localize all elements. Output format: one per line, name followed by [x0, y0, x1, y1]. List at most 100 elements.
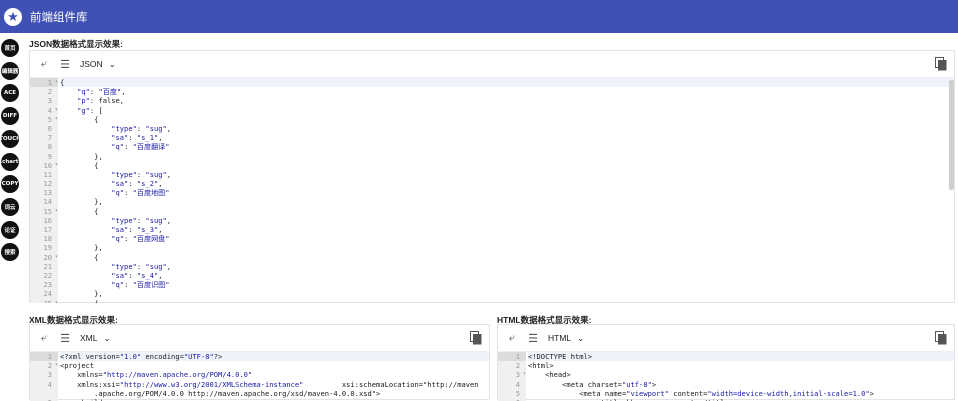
- html-mode-label: HTML: [548, 333, 572, 343]
- sidebar-item[interactable]: ACE: [1, 84, 19, 103]
- json-toolbar: ⤶ ☰ JSON ⌄: [30, 51, 954, 78]
- json-editor[interactable]: ⤶ ☰ JSON⌄ 123456789101112131415161718192…: [29, 50, 955, 303]
- line-number: 11: [43, 169, 52, 179]
- chevron-down-icon: ⌄: [577, 332, 585, 343]
- line-number: 5: [515, 388, 520, 398]
- code-line: {: [60, 206, 99, 216]
- code-line: {: [60, 114, 99, 124]
- json-lines: { "q": "百度", "p": false, "g": [ { "type"…: [60, 78, 954, 303]
- code-line: "q": "百度地图": [111, 188, 170, 198]
- line-number: 4: [30, 106, 58, 115]
- line-number: 3: [47, 370, 52, 380]
- format-icon[interactable]: ☰: [58, 57, 72, 71]
- code-line: "q": "百度识图": [111, 280, 170, 290]
- wrap-icon[interactable]: ⤶: [505, 331, 519, 345]
- copy-icon[interactable]: [470, 331, 482, 345]
- line-number: 18: [43, 234, 52, 244]
- sidebar-item[interactable]: Echarts: [1, 152, 19, 171]
- line-number: 21: [43, 261, 52, 271]
- line-number: 8: [47, 142, 52, 152]
- xml-mode-select[interactable]: XML ⌄: [80, 333, 111, 344]
- html-mode-select[interactable]: HTML ⌄: [548, 333, 584, 344]
- app-title: 前端组件库: [30, 11, 88, 24]
- html-editor[interactable]: ⤶ ☰ HTML ⌄ 123456 <!DOCTYPE html><html> <…: [497, 324, 955, 401]
- app-header: ★ 前端组件库: [0, 0, 958, 33]
- line-number: 10: [30, 161, 58, 170]
- code-line: "type": "sug",: [111, 215, 172, 225]
- code-line: "q": "百度翻译": [111, 142, 170, 152]
- code-line: <meta charset="utf-8">: [528, 379, 657, 389]
- code-line: <meta name="viewport" content="width=dev…: [528, 388, 874, 398]
- json-code-area[interactable]: 1234567891011121314151617181920212223242…: [30, 78, 954, 303]
- json-mode-select[interactable]: JSON ⌄: [80, 59, 116, 70]
- html-lines: <!DOCTYPE html> <html> <head> <meta chars…: [528, 352, 954, 401]
- format-icon[interactable]: ☰: [58, 331, 72, 345]
- sidebar-item[interactable]: 首页: [1, 39, 19, 57]
- xml-editor[interactable]: ⤶ ☰ XML ⌄ 12345 <?xml version="1.0" encod…: [29, 324, 490, 401]
- code-line: "sa": "s_1",: [111, 133, 163, 143]
- line-number: 14: [43, 197, 52, 207]
- code-line: {: [60, 252, 99, 262]
- code-line: "sa": "s_2",: [111, 179, 163, 189]
- code-line: <project: [60, 361, 95, 371]
- line-number: 19: [43, 243, 52, 253]
- code-line: "sa": "s_4",: [111, 270, 163, 280]
- code-line: },: [60, 289, 103, 299]
- code-line: "type": "sug",: [111, 123, 172, 133]
- line-number: 1: [498, 352, 526, 362]
- html-code-area[interactable]: 123456 <!DOCTYPE html><html> <head> <met…: [498, 352, 954, 401]
- code-line: },: [60, 197, 103, 207]
- line-number: 15: [30, 207, 58, 216]
- line-number: 2: [30, 361, 58, 370]
- sidebar-item[interactable]: 论证: [1, 220, 19, 239]
- json-scrollbar[interactable]: [949, 80, 954, 190]
- json-section-label: JSON数据格式显示效果:: [29, 39, 123, 49]
- line-number: 16: [43, 215, 52, 225]
- code-line: <head>: [528, 370, 571, 380]
- sidebar-item[interactable]: 编辑器: [1, 61, 19, 80]
- json-mode-label: JSON: [80, 59, 103, 69]
- xml-mode-label: XML: [80, 333, 98, 343]
- line-number: 9: [47, 151, 52, 161]
- copy-icon[interactable]: [935, 57, 947, 71]
- line-number: 2: [515, 361, 520, 371]
- copy-icon[interactable]: [935, 331, 947, 345]
- json-gutter: 1234567891011121314151617181920212223242…: [30, 78, 58, 303]
- xml-gutter: 12345: [30, 352, 58, 401]
- code-line: },: [60, 243, 103, 253]
- line-number: 1: [30, 352, 58, 362]
- sidebar-item[interactable]: COPY: [1, 175, 19, 194]
- code-line: "p": false,: [77, 96, 125, 106]
- code-line: xmlns="http://maven.apache.org/POM/4.0.0…: [60, 370, 253, 380]
- star-icon[interactable]: ★: [4, 7, 22, 26]
- code-line: <!DOCTYPE html>: [528, 352, 954, 362]
- line-number: 13: [43, 188, 52, 198]
- sidebar-item[interactable]: DIFF: [1, 107, 19, 126]
- code-line: <?xml version="1.0" encoding="UTF-8"?>: [60, 352, 489, 362]
- code-line: },: [60, 151, 103, 161]
- code-line: {: [60, 298, 99, 304]
- wrap-icon[interactable]: ⤶: [37, 331, 51, 345]
- xml-toolbar: ⤶ ☰ XML ⌄: [30, 325, 489, 352]
- line-number: 24: [43, 289, 52, 299]
- line-number: 12: [43, 179, 52, 189]
- sidebar-item[interactable]: 搜索: [1, 243, 19, 262]
- chevron-down-icon: ⌄: [103, 332, 111, 343]
- sidebar-item[interactable]: 词云: [1, 197, 19, 216]
- code-line: xmlns:xsi="http://www.w3.org/2001/XMLSch…: [60, 379, 479, 389]
- code-line: {: [60, 160, 99, 170]
- line-number: 17: [43, 225, 52, 234]
- line-number: 4: [515, 379, 520, 389]
- wrap-icon[interactable]: ⤶: [37, 57, 51, 71]
- sidebar-item[interactable]: TOUCH: [1, 129, 19, 148]
- chevron-down-icon: ⌄: [108, 58, 116, 69]
- line-number: 3: [498, 370, 526, 379]
- code-line: .apache.org/POM/4.0.0 http://maven.apach…: [60, 388, 381, 398]
- code-line: {: [60, 78, 954, 88]
- line-number: 5: [30, 115, 58, 124]
- xml-code-area[interactable]: 12345 <?xml version="1.0" encoding="UTF-…: [30, 352, 489, 401]
- html-toolbar: ⤶ ☰ HTML ⌄: [498, 325, 954, 352]
- line-number: 25: [30, 299, 58, 304]
- xml-lines: <?xml version="1.0" encoding="UTF-8"?> <p…: [60, 352, 489, 401]
- format-icon[interactable]: ☰: [526, 331, 540, 345]
